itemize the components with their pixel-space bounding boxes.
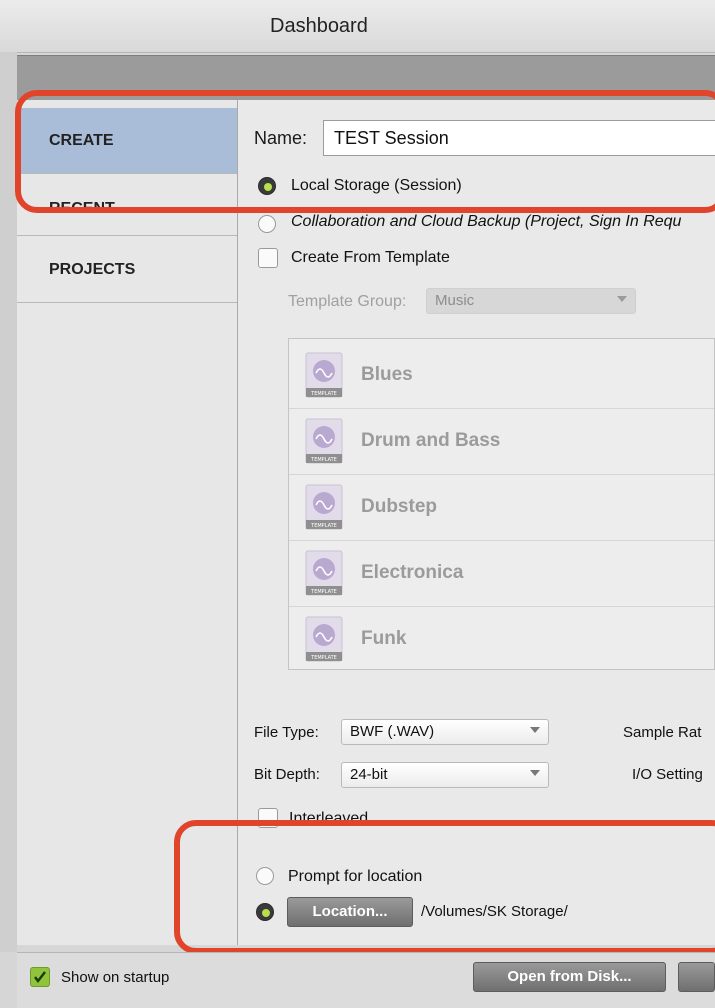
location-button[interactable]: Location... [287, 897, 413, 927]
list-item[interactable]: TEMPLATE Dubstep [289, 474, 714, 541]
template-name: Blues [361, 364, 413, 385]
list-item[interactable]: TEMPLATE Funk [289, 606, 714, 669]
bit-depth-select[interactable]: 24-bit [341, 762, 549, 788]
template-name: Drum and Bass [361, 430, 501, 451]
interleaved-label: Interleaved [289, 810, 369, 827]
file-type-label: File Type: [254, 724, 319, 741]
sidebar-item-recent[interactable]: RECENT [17, 174, 237, 236]
window-edge [0, 52, 17, 952]
cloud-storage-radio[interactable] [258, 215, 276, 233]
list-item[interactable]: TEMPLATE Blues [289, 342, 714, 409]
cloud-storage-label: Collaboration and Cloud Backup (Project,… [291, 213, 682, 230]
template-group-select[interactable]: Music [426, 288, 636, 314]
template-name: Funk [361, 628, 407, 649]
template-icon-caption: TEMPLATE [310, 523, 337, 529]
template-icon-caption: TEMPLATE [310, 391, 337, 397]
location-radio[interactable] [256, 903, 274, 921]
sample-rate-label: Sample Rat [623, 724, 702, 741]
template-icon-caption: TEMPLATE [310, 589, 337, 595]
dashboard-header-strip [17, 55, 715, 101]
chevron-down-icon [530, 770, 540, 776]
template-icon-caption: TEMPLATE [310, 457, 337, 463]
template-icon-caption: TEMPLATE [310, 655, 337, 661]
list-item[interactable]: TEMPLATE Electronica [289, 540, 714, 607]
show-on-startup-checkbox[interactable] [30, 967, 50, 987]
window-title: Dashboard [270, 15, 368, 37]
chevron-down-icon [617, 296, 627, 302]
template-group-value: Music [435, 292, 475, 309]
template-name: Electronica [361, 562, 464, 583]
location-path: /Volumes/SK Storage/ [421, 903, 568, 920]
bit-depth-label: Bit Depth: [254, 766, 320, 783]
name-label: Name: [254, 128, 308, 148]
title-bar: Dashboard [0, 0, 715, 53]
sidebar-item-projects[interactable]: PROJECTS [17, 237, 237, 303]
checkmark-icon [34, 971, 46, 983]
sidebar: CREATE RECENT PROJECTS [17, 100, 238, 945]
file-type-select[interactable]: BWF (.WAV) [341, 719, 549, 745]
bit-depth-value: 24-bit [350, 766, 388, 783]
local-storage-label: Local Storage (Session) [291, 177, 462, 194]
secondary-footer-button[interactable] [678, 962, 715, 992]
sidebar-item-label: RECENT [49, 200, 115, 217]
sidebar-item-label: CREATE [49, 132, 114, 149]
session-name-input[interactable] [323, 120, 715, 156]
file-type-value: BWF (.WAV) [350, 723, 435, 740]
template-file-icon: TEMPLATE [305, 616, 343, 662]
template-name: Dubstep [361, 496, 437, 517]
template-file-icon: TEMPLATE [305, 352, 343, 398]
template-file-icon: TEMPLATE [305, 418, 343, 464]
chevron-down-icon [530, 727, 540, 733]
prompt-location-label: Prompt for location [288, 868, 423, 885]
local-storage-radio[interactable] [258, 177, 276, 195]
template-file-icon: TEMPLATE [305, 550, 343, 596]
template-list: TEMPLATE Blues TEMPLATE Drum and Bass TE… [288, 338, 715, 670]
create-from-template-label: Create From Template [291, 249, 450, 266]
prompt-location-radio[interactable] [256, 867, 274, 885]
io-settings-label: I/O Setting [632, 766, 703, 783]
template-file-icon: TEMPLATE [305, 484, 343, 530]
interleaved-checkbox[interactable] [258, 808, 278, 828]
template-group-label: Template Group: [288, 293, 407, 310]
show-on-startup-label: Show on startup [61, 969, 170, 986]
list-item[interactable]: TEMPLATE Drum and Bass [289, 408, 714, 475]
sidebar-item-create[interactable]: CREATE [17, 108, 237, 174]
create-from-template-checkbox[interactable] [258, 248, 278, 268]
open-from-disk-button[interactable]: Open from Disk... [473, 962, 666, 992]
sidebar-item-label: PROJECTS [49, 261, 136, 278]
